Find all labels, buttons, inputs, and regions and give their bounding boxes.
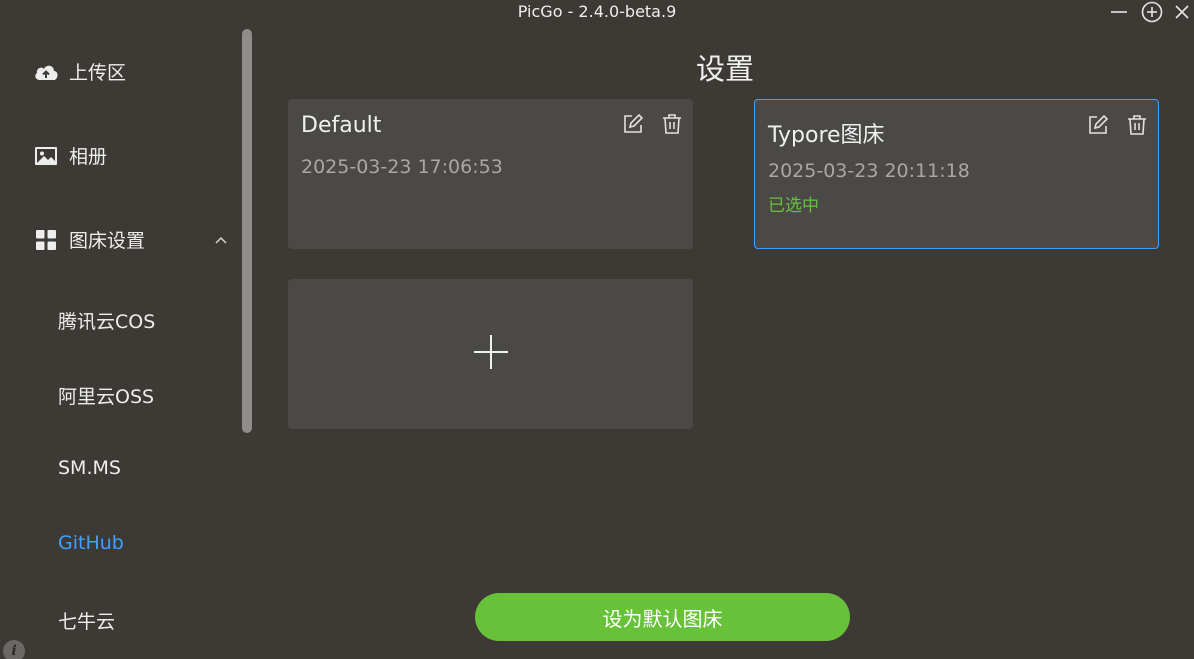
plus-icon bbox=[473, 334, 509, 374]
config-name: Default bbox=[301, 113, 382, 138]
trash-icon[interactable] bbox=[1126, 114, 1148, 136]
sidebar-item-label: 相册 bbox=[69, 146, 108, 168]
config-actions bbox=[622, 113, 683, 135]
sidebar-item-label: 图床设置 bbox=[69, 230, 146, 252]
app-window: PicGo - 2.4.0-beta.9 上传区 相册 图床设置 腾讯云COS … bbox=[0, 0, 1194, 659]
info-icon[interactable]: i bbox=[3, 640, 25, 659]
config-card-default[interactable]: Default 2025-03-23 17:06:53 bbox=[288, 99, 693, 249]
edit-icon[interactable] bbox=[1087, 114, 1109, 136]
window-title: PicGo - 2.4.0-beta.9 bbox=[517, 2, 677, 21]
sidebar-subitem-aliyun-oss[interactable]: 阿里云OSS bbox=[58, 382, 154, 409]
sidebar-subitem-tencent-cos[interactable]: 腾讯云COS bbox=[58, 307, 155, 334]
image-icon bbox=[33, 143, 59, 169]
sidebar-item-picbed-settings[interactable]: 图床设置 bbox=[33, 226, 228, 253]
close-icon[interactable] bbox=[1169, 0, 1194, 24]
config-selected-status: 已选中 bbox=[768, 196, 819, 216]
config-time: 2025-03-23 17:06:53 bbox=[301, 156, 503, 178]
plus-circle-icon[interactable] bbox=[1139, 0, 1165, 24]
config-actions bbox=[1087, 114, 1148, 136]
sidebar-item-label: 上传区 bbox=[69, 62, 127, 84]
set-default-picbed-button[interactable]: 设为默认图床 bbox=[475, 593, 850, 641]
config-card-typora[interactable]: Typore图床 2025-03-23 20:11:18 已选中 bbox=[754, 99, 1159, 249]
edit-icon[interactable] bbox=[622, 113, 644, 135]
cloud-upload-icon bbox=[33, 59, 59, 85]
minimize-icon[interactable] bbox=[1106, 0, 1132, 24]
grid-icon bbox=[33, 227, 59, 253]
title-bar: PicGo - 2.4.0-beta.9 bbox=[0, 0, 1194, 24]
page-title: 设置 bbox=[695, 52, 754, 86]
sidebar-subitem-smms[interactable]: SM.MS bbox=[58, 457, 121, 479]
chevron-up-icon[interactable] bbox=[214, 230, 228, 252]
sidebar-item-upload[interactable]: 上传区 bbox=[33, 58, 126, 85]
sidebar-scrollbar[interactable] bbox=[242, 29, 252, 433]
sidebar-subitem-qiniu[interactable]: 七牛云 bbox=[58, 607, 115, 634]
config-name: Typore图床 bbox=[768, 123, 885, 148]
add-config-button[interactable] bbox=[288, 279, 693, 429]
trash-icon[interactable] bbox=[661, 113, 683, 135]
sidebar-subitem-github[interactable]: GitHub bbox=[58, 532, 124, 554]
config-time: 2025-03-23 20:11:18 bbox=[768, 160, 970, 182]
sidebar-item-gallery[interactable]: 相册 bbox=[33, 142, 107, 169]
sidebar: 上传区 相册 图床设置 腾讯云COS 阿里云OSS SM.MS GitHub 七… bbox=[0, 24, 255, 659]
